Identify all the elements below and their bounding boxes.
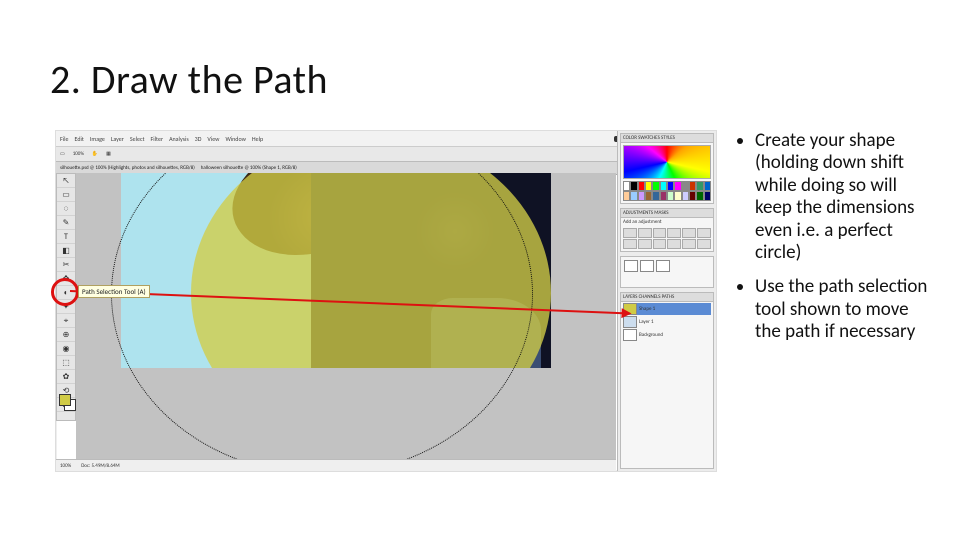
adjustment-icon[interactable]: [638, 239, 652, 249]
adjustment-icon[interactable]: [638, 228, 652, 238]
document-tab[interactable]: halloween silhouette @ 100% (Shape 1, RG…: [201, 165, 297, 171]
layer-thumb-icon: [623, 329, 637, 341]
adjustment-icon[interactable]: [667, 228, 681, 238]
adjustment-icon[interactable]: [682, 228, 696, 238]
type-tool-icon[interactable]: ⬚: [57, 356, 75, 370]
hand-icon[interactable]: ✋: [92, 151, 98, 157]
gradient-tool-icon[interactable]: ⌖: [57, 314, 75, 328]
panel-subtext: Add an adjustment: [621, 218, 713, 226]
adjustment-icon[interactable]: [697, 228, 711, 238]
menu-item[interactable]: Select: [130, 135, 145, 143]
adjustment-icon[interactable]: [653, 239, 667, 249]
menu-item[interactable]: Analysis: [169, 135, 189, 143]
crop-tool-icon[interactable]: T: [57, 230, 75, 244]
misc-panel[interactable]: [620, 256, 714, 288]
workspace-area: [76, 173, 616, 459]
preset-icon[interactable]: [656, 260, 670, 272]
view-icon[interactable]: ▦: [106, 151, 111, 157]
pen-tool-icon[interactable]: ◉: [57, 342, 75, 356]
bullet-list: Create your shape (holding down shift wh…: [737, 130, 932, 472]
adjustment-icon[interactable]: [697, 239, 711, 249]
eyedropper-tool-icon[interactable]: ◧: [57, 244, 75, 258]
menu-item[interactable]: 3D: [195, 135, 202, 143]
panel-header: COLOR SWATCHES STYLES: [621, 134, 713, 143]
layer-row[interactable]: Layer 1: [623, 316, 711, 328]
panel-header: LAYERS CHANNELS PATHS: [621, 293, 713, 302]
move-tool-icon[interactable]: ↖: [57, 174, 75, 188]
menu-item[interactable]: Help: [252, 135, 263, 143]
menu-item[interactable]: Window: [225, 135, 245, 143]
color-panel[interactable]: COLOR SWATCHES STYLES: [620, 133, 714, 204]
panel-header: ADJUSTMENTS MASKS: [621, 209, 713, 218]
preset-icon[interactable]: [624, 260, 638, 272]
lasso-tool-icon[interactable]: ◌: [57, 202, 75, 216]
menu-item[interactable]: Filter: [151, 135, 164, 143]
adjustment-icon[interactable]: [667, 239, 681, 249]
slide-title: 2. Draw the Path: [50, 55, 328, 104]
layer-name: Background: [639, 332, 663, 338]
status-zoom[interactable]: 100%: [60, 463, 71, 469]
menu-item[interactable]: View: [207, 135, 219, 143]
menu-item[interactable]: Edit: [75, 135, 84, 143]
foreground-color-swatch[interactable]: [59, 394, 71, 406]
marquee-tool-icon[interactable]: ▭: [57, 188, 75, 202]
bullet-item: Use the path selection tool shown to mov…: [755, 276, 932, 343]
menu-item[interactable]: File: [60, 135, 69, 143]
heal-tool-icon[interactable]: ✂: [57, 258, 75, 272]
status-docsize: Doc: 5.49M/8.64M: [81, 463, 120, 469]
adjustments-panel[interactable]: ADJUSTMENTS MASKS Add an adjustment: [620, 208, 714, 252]
photoshop-screenshot: File Edit Image Layer Select Filter Anal…: [55, 130, 717, 472]
adjustment-icon[interactable]: [623, 228, 637, 238]
preset-icon[interactable]: [640, 260, 654, 272]
bullet-item: Create your shape (holding down shift wh…: [755, 130, 932, 264]
callout-circle: [51, 278, 79, 306]
panel-dock: COLOR SWATCHES STYLES ADJUSTMENTS MASKS …: [617, 131, 716, 471]
layers-panel[interactable]: LAYERS CHANNELS PATHS Shape 1 Layer 1 Ba…: [620, 292, 714, 469]
adjustment-icon[interactable]: [623, 239, 637, 249]
tool-preset-icon[interactable]: ▭: [60, 151, 65, 157]
menu-item[interactable]: Image: [90, 135, 105, 143]
layer-row[interactable]: Shape 1: [623, 303, 711, 315]
swatches-grid[interactable]: [623, 181, 711, 201]
menu-item[interactable]: Layer: [111, 135, 124, 143]
path-selection-tool-icon[interactable]: ⊕: [57, 328, 75, 342]
adjustment-icon[interactable]: [682, 239, 696, 249]
color-wheel-icon[interactable]: [623, 145, 711, 179]
status-bar: 100% Doc: 5.49M/8.64M: [56, 459, 616, 471]
adjustment-icon[interactable]: [653, 228, 667, 238]
shape-tool-icon[interactable]: ✿: [57, 370, 75, 384]
layer-name: Layer 1: [639, 319, 654, 325]
options-zoom[interactable]: 100%: [73, 151, 84, 157]
tool-tooltip: Path Selection Tool (A): [78, 285, 150, 298]
layer-row[interactable]: Background: [623, 329, 711, 341]
layer-name: Shape 1: [639, 306, 655, 312]
slide-content: File Edit Image Layer Select Filter Anal…: [55, 130, 932, 472]
wand-tool-icon[interactable]: ✎: [57, 216, 75, 230]
ellipse-path-outline[interactable]: [111, 173, 533, 459]
document-tab[interactable]: silhouette.psd @ 100% (Highlights, photo…: [60, 165, 195, 171]
